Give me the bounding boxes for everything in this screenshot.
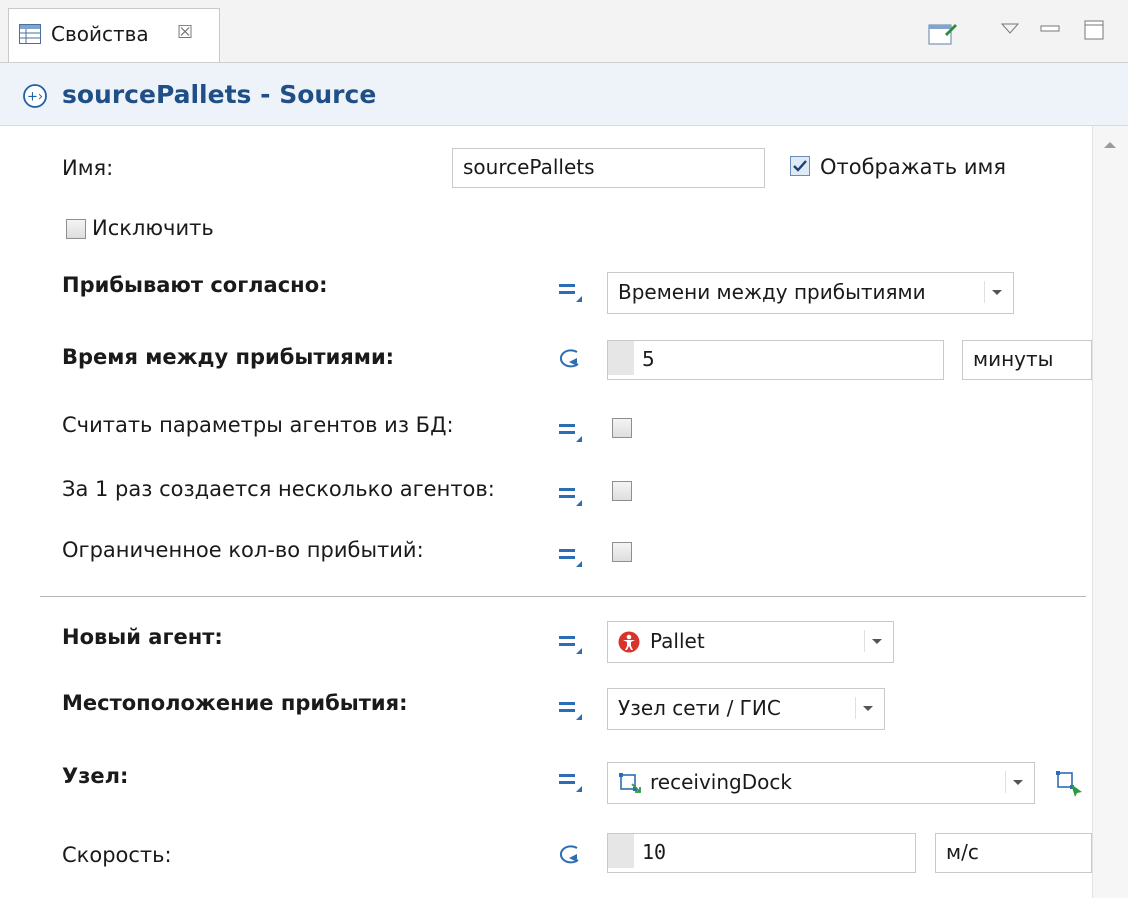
chevron-down-icon[interactable] (984, 281, 1007, 303)
limited-label: Ограниченное кол-во прибытий: (62, 538, 424, 562)
pin-view-icon[interactable] (928, 20, 958, 46)
speed-input[interactable]: 10 (607, 833, 916, 873)
interarrival-unit[interactable]: минуты (962, 340, 1092, 380)
multiple-label: За 1 раз создается несколько агентов: (62, 477, 495, 501)
arrivals-combo-value: Времени между прибытиями (618, 280, 926, 304)
maximize-icon[interactable] (1084, 20, 1106, 42)
node-value: receivingDock (650, 770, 792, 794)
vertical-scrollbar[interactable] (1092, 126, 1128, 898)
static-value-icon[interactable] (557, 484, 585, 510)
minimize-icon[interactable] (1040, 22, 1060, 36)
name-label: Имя: (62, 156, 114, 180)
read-db-label: Считать параметры агентов из БД: (62, 413, 454, 437)
select-node-icon[interactable] (1055, 770, 1085, 798)
chevron-down-icon[interactable] (855, 697, 878, 719)
speed-label: Скорость: (62, 843, 172, 867)
speed-value: 10 (642, 840, 667, 864)
expression-margin (608, 341, 634, 375)
chevron-down-icon[interactable] (1005, 771, 1028, 793)
static-value-icon[interactable] (557, 545, 585, 571)
source-icon: +› (23, 84, 47, 108)
section-divider (40, 596, 1086, 597)
agent-icon (618, 631, 640, 653)
tab-title: Свойства (51, 22, 149, 46)
exclude-checkbox[interactable] (66, 219, 86, 239)
chevron-down-icon[interactable] (864, 630, 887, 652)
arrivals-combo[interactable]: Времени между прибытиями (607, 272, 1014, 314)
dynamic-value-icon[interactable] (555, 842, 585, 868)
network-node-icon (619, 773, 641, 793)
location-combo[interactable]: Узел сети / ГИС (607, 688, 885, 730)
arrivals-label: Прибывают согласно: (62, 273, 328, 297)
expression-margin (608, 834, 634, 868)
static-value-icon[interactable] (557, 770, 585, 796)
tab-close-icon[interactable]: ☒ (177, 20, 193, 46)
location-label: Местоположение прибытия: (62, 691, 408, 715)
read-db-checkbox[interactable] (612, 418, 632, 438)
check-icon (793, 160, 807, 172)
multiple-checkbox[interactable] (612, 481, 632, 501)
interarrival-label: Время между прибытиями: (62, 345, 395, 369)
properties-table-icon (19, 24, 41, 44)
interarrival-value: 5 (642, 347, 655, 371)
new-agent-value: Pallet (650, 629, 705, 653)
speed-unit[interactable]: м/с (935, 833, 1092, 873)
location-value: Узел сети / ГИС (618, 696, 781, 720)
limited-checkbox[interactable] (612, 542, 632, 562)
interarrival-input[interactable]: 5 (607, 340, 944, 380)
node-label: Узел: (62, 764, 129, 788)
scroll-up-icon[interactable] (1102, 140, 1118, 150)
dynamic-value-icon[interactable] (555, 346, 585, 372)
new-agent-label: Новый агент: (62, 625, 223, 649)
static-value-icon[interactable] (557, 698, 585, 724)
tab-properties[interactable]: Свойства ☒ (8, 8, 220, 62)
static-value-icon[interactable] (557, 632, 585, 658)
name-input[interactable]: sourcePallets (452, 148, 765, 188)
node-combo[interactable]: receivingDock (607, 762, 1035, 804)
new-agent-combo[interactable]: Pallet (607, 621, 894, 663)
view-menu-icon[interactable] (1000, 22, 1020, 36)
static-value-icon[interactable] (557, 280, 585, 306)
exclude-label: Исключить (92, 216, 214, 240)
static-value-icon[interactable] (557, 420, 585, 446)
show-name-label: Отображать имя (820, 155, 1006, 179)
page-title: sourcePallets - Source (62, 80, 377, 109)
svg-text:+›: +› (27, 90, 43, 105)
